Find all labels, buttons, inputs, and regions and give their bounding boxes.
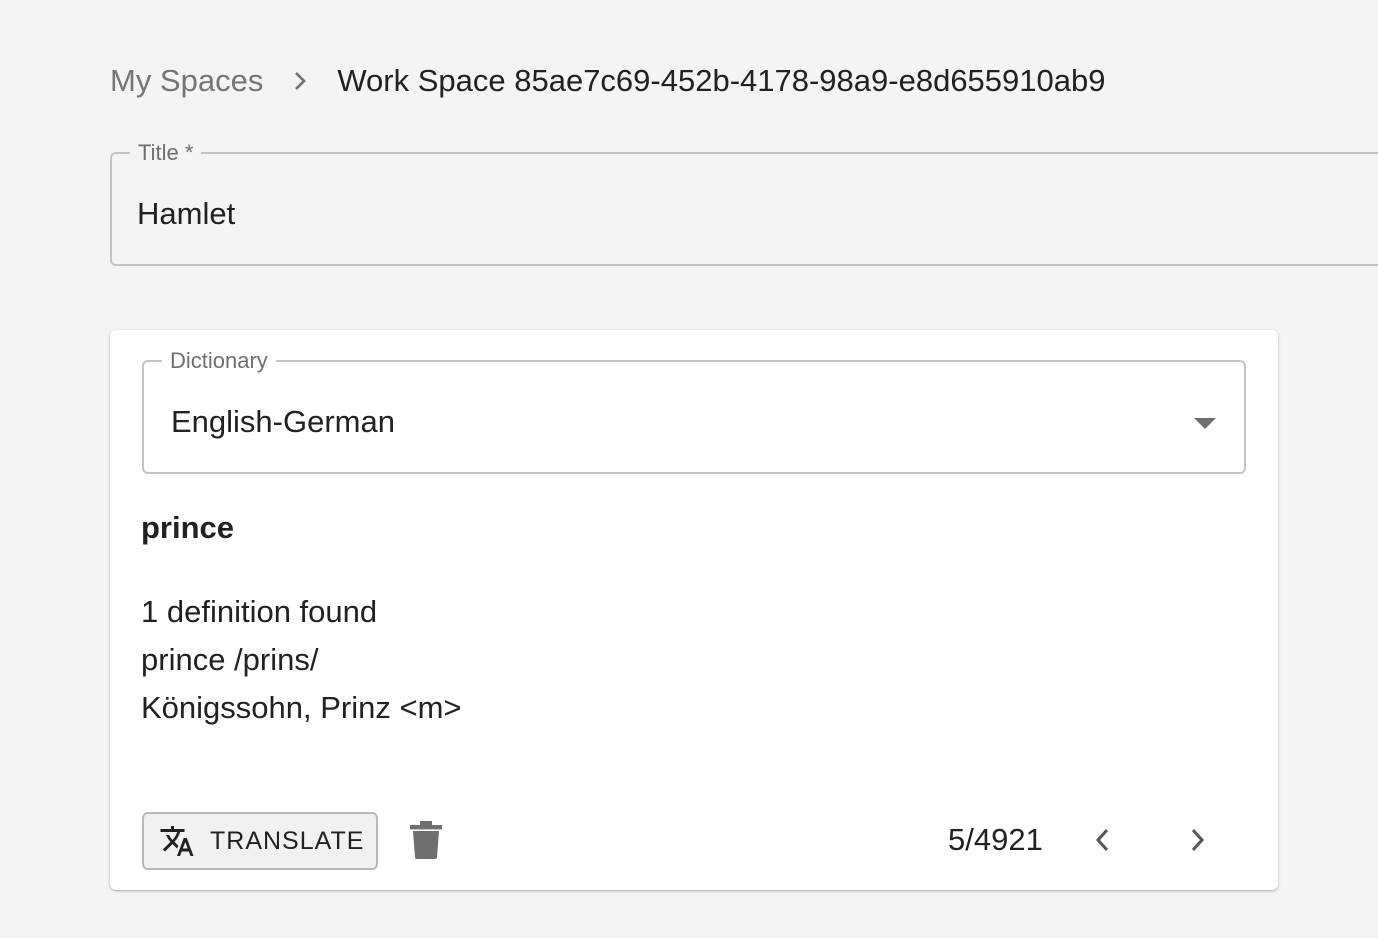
- chevron-left-icon: [1094, 827, 1110, 858]
- next-button[interactable]: [1176, 820, 1220, 864]
- dictionary-select-label: Dictionary: [170, 348, 268, 373]
- trash-icon: [410, 820, 442, 864]
- translate-icon: [158, 822, 196, 860]
- title-input[interactable]: Hamlet: [137, 196, 235, 232]
- dictionary-selected-value[interactable]: English-German: [171, 404, 395, 440]
- title-field-label: Title *: [138, 140, 194, 165]
- pagination-counter: 5/4921: [948, 822, 1043, 857]
- translate-button[interactable]: TRANSLATE: [142, 812, 378, 870]
- dictionary-select[interactable]: Dictionary English-German: [142, 350, 1246, 474]
- title-field[interactable]: Title * Hamlet: [110, 142, 1378, 266]
- breadcrumb-current-workspace: Work Space 85ae7c69-452b-4178-98a9-e8d65…: [337, 63, 1106, 98]
- dictionary-card: Dictionary English-German prince 1 defin…: [110, 330, 1278, 890]
- chevron-right-icon: [1190, 827, 1206, 858]
- caret-down-icon[interactable]: [1194, 418, 1216, 429]
- delete-button[interactable]: [406, 820, 446, 864]
- breadcrumb: My Spaces Work Space 85ae7c69-452b-4178-…: [110, 58, 1106, 104]
- lookup-word: prince: [141, 510, 235, 545]
- translate-button-label: TRANSLATE: [210, 826, 365, 855]
- definition-text: 1 definition found prince /prins/ Königs…: [141, 588, 462, 732]
- definition-line: 1 definition found: [141, 594, 378, 629]
- breadcrumb-my-spaces-link[interactable]: My Spaces: [110, 63, 263, 99]
- definition-line: Königssohn, Prinz <m>: [141, 690, 462, 725]
- previous-button[interactable]: [1080, 820, 1124, 864]
- chevron-right-icon: [263, 70, 337, 92]
- definition-line: prince /prins/: [141, 642, 319, 677]
